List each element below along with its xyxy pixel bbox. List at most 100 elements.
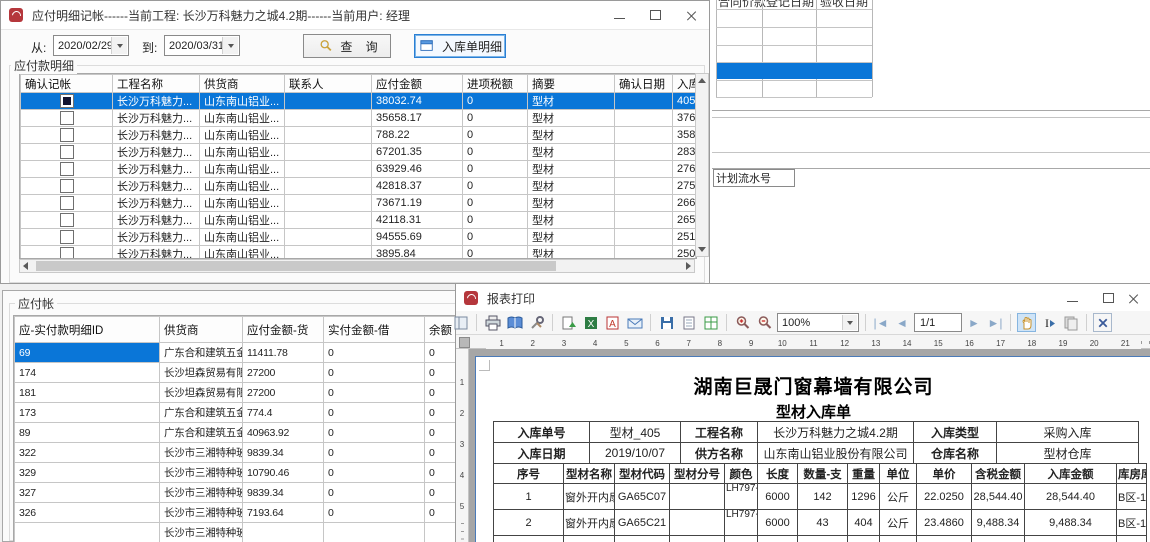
from-date-combo[interactable]: 2020/02/29 [53,35,129,56]
page-indicator-box[interactable]: 1/1 [914,313,962,332]
scroll-left-arrow-icon[interactable] [23,262,28,270]
scroll-down-arrow-icon[interactable] [698,247,706,252]
report-preview-area[interactable]: 湖南巨晟门窗幕墙有限公司 型材入库单 入库单号 型材_405 工程名称 长沙万科… [469,349,1150,542]
save-icon[interactable] [657,313,676,332]
supplier-cell: 山东南山铝业... [200,93,285,110]
payable-detail-row[interactable]: 长沙万科魅力... 山东南山铝业... 94555.69 0 型材 251 [21,229,696,246]
payable-account-row[interactable]: 173 广东合和建筑五金制品有限公司 774.4 0 0 [15,403,458,423]
payable-detail-row[interactable]: 长沙万科魅力... 山东南山铝业... 63929.46 0 型材 276 [21,161,696,178]
payable-detail-row[interactable]: 长沙万科魅力... 山东南山铝业... 788.22 0 型材 358 [21,127,696,144]
export-excel-icon[interactable]: X [581,313,600,332]
export-email-icon[interactable] [625,313,644,332]
column-header[interactable]: 供货商 [200,75,285,93]
first-page-button[interactable]: |◄ [872,316,890,330]
title-bar[interactable]: 报表打印 [456,284,1150,313]
payable-detail-row[interactable]: 长沙万科魅力... 山东南山铝业... 67201.35 0 型材 283 [21,144,696,161]
hand-tool-button[interactable] [1017,313,1036,332]
column-header[interactable]: 确认日期 [615,75,673,93]
zoom-out-icon[interactable] [755,313,774,332]
column-header[interactable]: 供货商 [160,317,243,343]
zoom-in-icon[interactable] [733,313,752,332]
payable-account-row[interactable]: 174 长沙坦森贸易有限公司 27200 0 0 [15,363,458,383]
close-preview-button[interactable] [1093,313,1112,332]
minimize-button[interactable] [601,1,637,29]
next-page-button[interactable]: ► [965,316,983,330]
confirm-checkbox[interactable] [60,145,74,159]
scrollbar-thumb[interactable] [36,261,556,271]
column-header[interactable]: 入库 [673,75,696,93]
payable-account-row[interactable]: 327 长沙市三湘特种玻璃有限公司 9839.34 0 0 [15,483,458,503]
export-doc-icon[interactable] [559,313,578,332]
payable-detail-row[interactable]: 长沙万科魅力... 山东南山铝业... 42118.31 0 型材 265 [21,212,696,229]
book-icon[interactable] [505,313,524,332]
page-setup-icon[interactable] [527,313,546,332]
print-icon[interactable] [483,313,502,332]
chevron-down-icon[interactable] [842,315,857,330]
copy-icon[interactable] [1061,313,1080,332]
chevron-down-icon[interactable] [111,37,127,54]
payable-detail-row[interactable]: 长沙万科魅力... 山东南山铝业... 3895.84 0 型材 250 [21,246,696,260]
plan-serial-field[interactable]: 计划流水号 [713,169,795,187]
payable-detail-row[interactable]: 长沙万科魅力... 山东南山铝业... 35658.17 0 型材 376 [21,110,696,127]
payable-detail-row[interactable]: 长沙万科魅力... 山东南山铝业... 38032.74 0 型材 405 [21,93,696,110]
confirm-checkbox[interactable] [60,94,74,108]
document-icon[interactable] [679,313,698,332]
payable-account-row[interactable]: 181 长沙坦森贸易有限公司 27200 0 0 [15,383,458,403]
payable-detail-row[interactable]: 长沙万科魅力... 山东南山铝业... 42818.37 0 型材 275 [21,178,696,195]
payable-account-row[interactable]: 326 长沙市三湘特种玻璃有限公司 7193.64 0 0 [15,503,458,523]
confirm-checkbox[interactable] [60,162,74,176]
column-header[interactable]: 应付金额-货 [243,317,324,343]
confirm-checkbox[interactable] [60,230,74,244]
pages-panel-icon[interactable] [451,313,470,332]
horizontal-scrollbar[interactable] [19,259,695,273]
prev-page-button[interactable]: ◄ [893,316,911,330]
column-header[interactable]: 实付金额-借 [324,317,425,343]
contact-cell [285,195,372,212]
ruler-number: 4 [456,460,468,491]
zoom-level-combo[interactable]: 100% [777,313,859,332]
chevron-down-icon[interactable] [222,37,238,54]
column-header[interactable]: 工程名称 [113,75,200,93]
last-page-button[interactable]: ►| [986,316,1004,330]
column-header[interactable]: 应-实付款明细ID [15,317,160,343]
confirm-checkbox[interactable] [60,179,74,193]
export-html-icon[interactable] [701,313,720,332]
to-date-combo[interactable]: 2020/03/31 [164,35,240,56]
payable-account-row[interactable]: 322 长沙市三湘特种玻璃有限公司 9839.34 0 0 [15,443,458,463]
column-header[interactable]: 应付金额 [372,75,463,93]
inbound-detail-button[interactable]: 入库单明细 [414,34,506,58]
maximize-button[interactable] [637,1,673,29]
payable-account-row[interactable]: 329 长沙市三湘特种玻璃有限公司 10790.46 0 0 [15,463,458,483]
separator-line [712,152,1150,153]
confirm-checkbox[interactable] [60,128,74,142]
qty-cell: 142 [798,484,848,510]
payable-account-row[interactable]: 69 广东合和建筑五金制品有限公司 11411.78 0 0 [15,343,458,363]
scroll-right-arrow-icon[interactable] [686,262,691,270]
confirm-checkbox[interactable] [60,213,74,227]
payable-detail-row[interactable]: 长沙万科魅力... 山东南山铝业... 73671.19 0 型材 266 [21,195,696,212]
minimize-button[interactable] [1054,284,1090,312]
close-button[interactable] [1126,284,1140,312]
column-header[interactable]: 联系人 [285,75,372,93]
query-button[interactable]: 查 询 [303,34,391,58]
export-pdf-icon[interactable]: A [603,313,622,332]
text-select-tool-button[interactable]: I [1039,313,1058,332]
payable-account-row[interactable]: 89 广东合和建筑五金制品有限公司 40963.92 0 0 [15,423,458,443]
column-header[interactable]: 确认记帐 [21,75,113,93]
detail-column-header: 长度 [758,464,798,484]
project-cell: 长沙万科魅力... [113,127,200,144]
maximize-button[interactable] [1090,284,1126,312]
vertical-scrollbar[interactable] [695,73,709,257]
confirm-checkbox[interactable] [60,111,74,125]
column-header[interactable]: 进项税额 [463,75,528,93]
title-bar[interactable]: 应付明细记帐------当前工程: 长沙万科魅力之城4.2期------当前用户… [1,1,709,30]
close-button[interactable] [673,1,709,29]
close-icon [1128,293,1139,304]
payable-account-row[interactable]: 长沙市三湘特种玻璃有限公司 [15,523,458,542]
selected-empty-row[interactable] [717,63,872,79]
column-header[interactable]: 摘要 [528,75,615,93]
scroll-up-arrow-icon[interactable] [698,78,706,83]
confirm-checkbox[interactable] [60,196,74,210]
confirm-checkbox[interactable] [60,247,74,259]
inbound-no-cell: 358 [673,127,696,144]
